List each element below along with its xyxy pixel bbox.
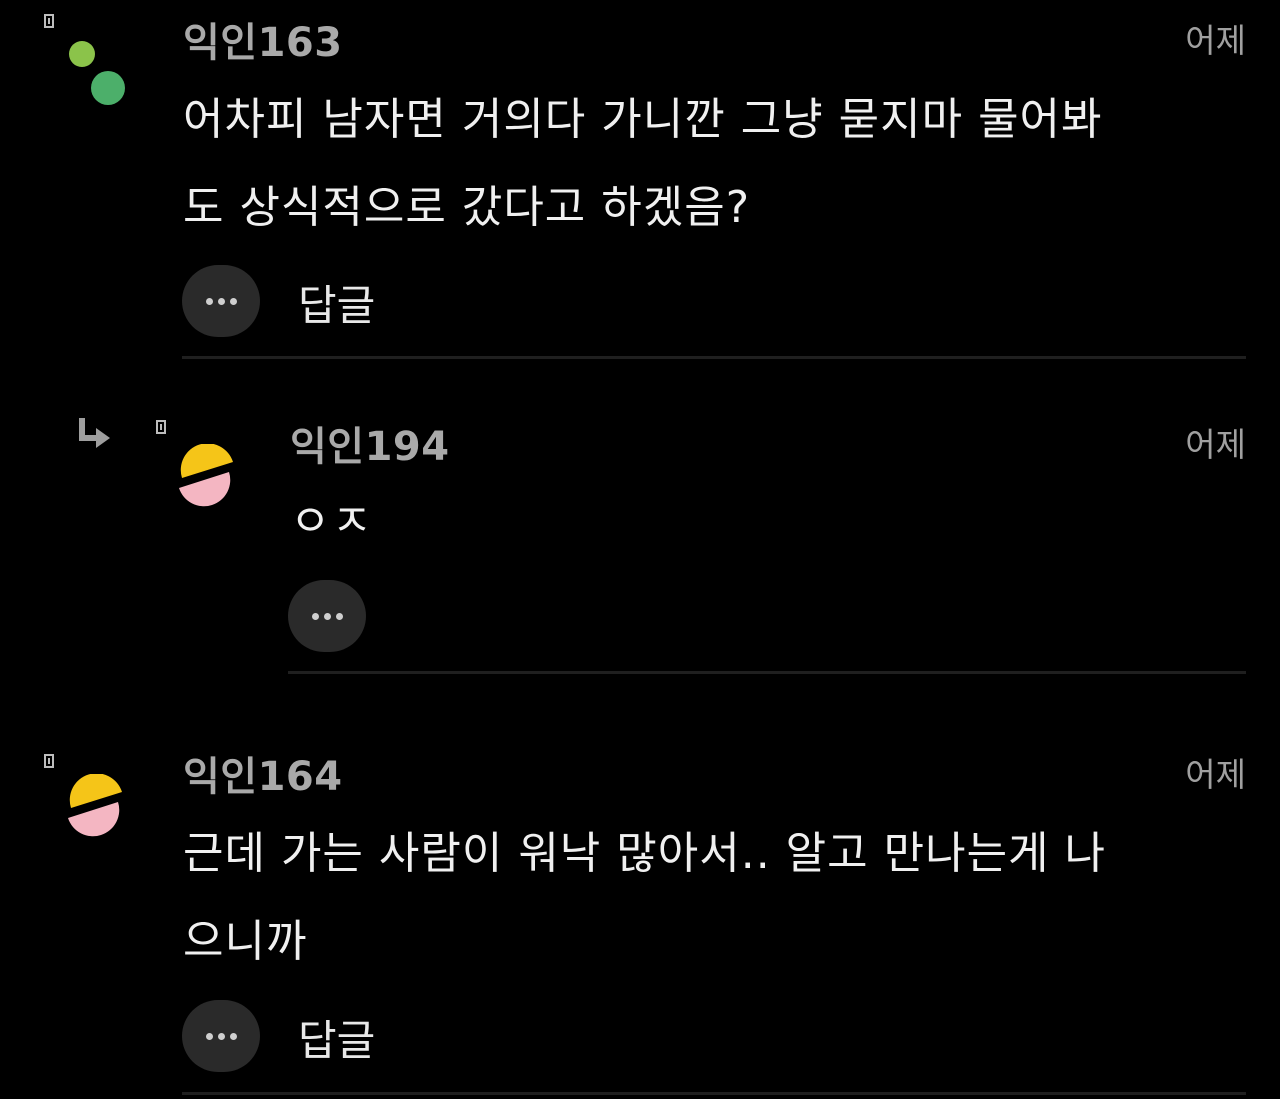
dot bbox=[229, 1032, 237, 1040]
more-options-button[interactable] bbox=[288, 580, 366, 652]
comment-body: ㅇㅈ bbox=[290, 478, 373, 566]
reply-button[interactable]: 답글 bbox=[298, 272, 375, 333]
nickname: 익인164 bbox=[183, 754, 343, 800]
timestamp: 어제 bbox=[1185, 425, 1246, 464]
dot bbox=[335, 612, 343, 620]
comment-body: 어차피 남자면 거의다 가니깐 그냥 묻지마 물어봐 도 상식적으로 갔다고 하… bbox=[183, 76, 1103, 252]
timestamp: 어제 bbox=[1185, 21, 1246, 60]
more-dots-icon bbox=[311, 612, 319, 620]
reply-button[interactable]: 답글 bbox=[298, 1007, 375, 1068]
more-dots-icon bbox=[205, 297, 213, 305]
comment-164: 익인164 어제 근데 가는 사람이 워낙 많아서.. 알고 만나는게 나 으니… bbox=[0, 700, 1280, 1099]
divider bbox=[182, 1092, 1246, 1095]
marker-icon bbox=[156, 420, 166, 434]
nickname: 익인194 bbox=[290, 424, 450, 470]
comment-line: 도 상식적으로 갔다고 하겠음? bbox=[183, 182, 751, 233]
more-options-button[interactable] bbox=[182, 265, 260, 337]
comment-194: 익인194 어제 ㅇㅈ bbox=[0, 360, 1280, 680]
avatar-yellow-pink bbox=[68, 774, 122, 837]
avatar-yellow-pink bbox=[179, 444, 233, 507]
comment-163: 익인163 어제 어차피 남자면 거의다 가니깐 그냥 묻지마 물어봐 도 상식… bbox=[0, 0, 1280, 360]
dot bbox=[323, 612, 331, 620]
more-dots-icon bbox=[205, 1032, 213, 1040]
divider bbox=[182, 356, 1246, 359]
comment-line: 으니까 bbox=[183, 916, 308, 967]
more-options-button[interactable] bbox=[182, 1000, 260, 1072]
divider bbox=[288, 671, 1246, 674]
dot bbox=[217, 297, 225, 305]
comment-line: 어차피 남자면 거의다 가니깐 그냥 묻지마 물어봐 bbox=[183, 94, 1103, 145]
dot bbox=[229, 297, 237, 305]
comment-body: 근데 가는 사람이 워낙 많아서.. 알고 만나는게 나 으니까 bbox=[183, 810, 1106, 986]
avatar-green-dots bbox=[69, 41, 125, 105]
marker-icon bbox=[44, 14, 54, 28]
dot bbox=[217, 1032, 225, 1040]
reply-arrow-icon bbox=[79, 418, 110, 448]
timestamp: 어제 bbox=[1185, 755, 1246, 794]
marker-icon bbox=[44, 754, 54, 768]
comment-line: 근데 가는 사람이 워낙 많아서.. 알고 만나는게 나 bbox=[183, 828, 1106, 879]
comment-line: ㅇㅈ bbox=[290, 496, 373, 547]
nickname: 익인163 bbox=[183, 20, 343, 66]
